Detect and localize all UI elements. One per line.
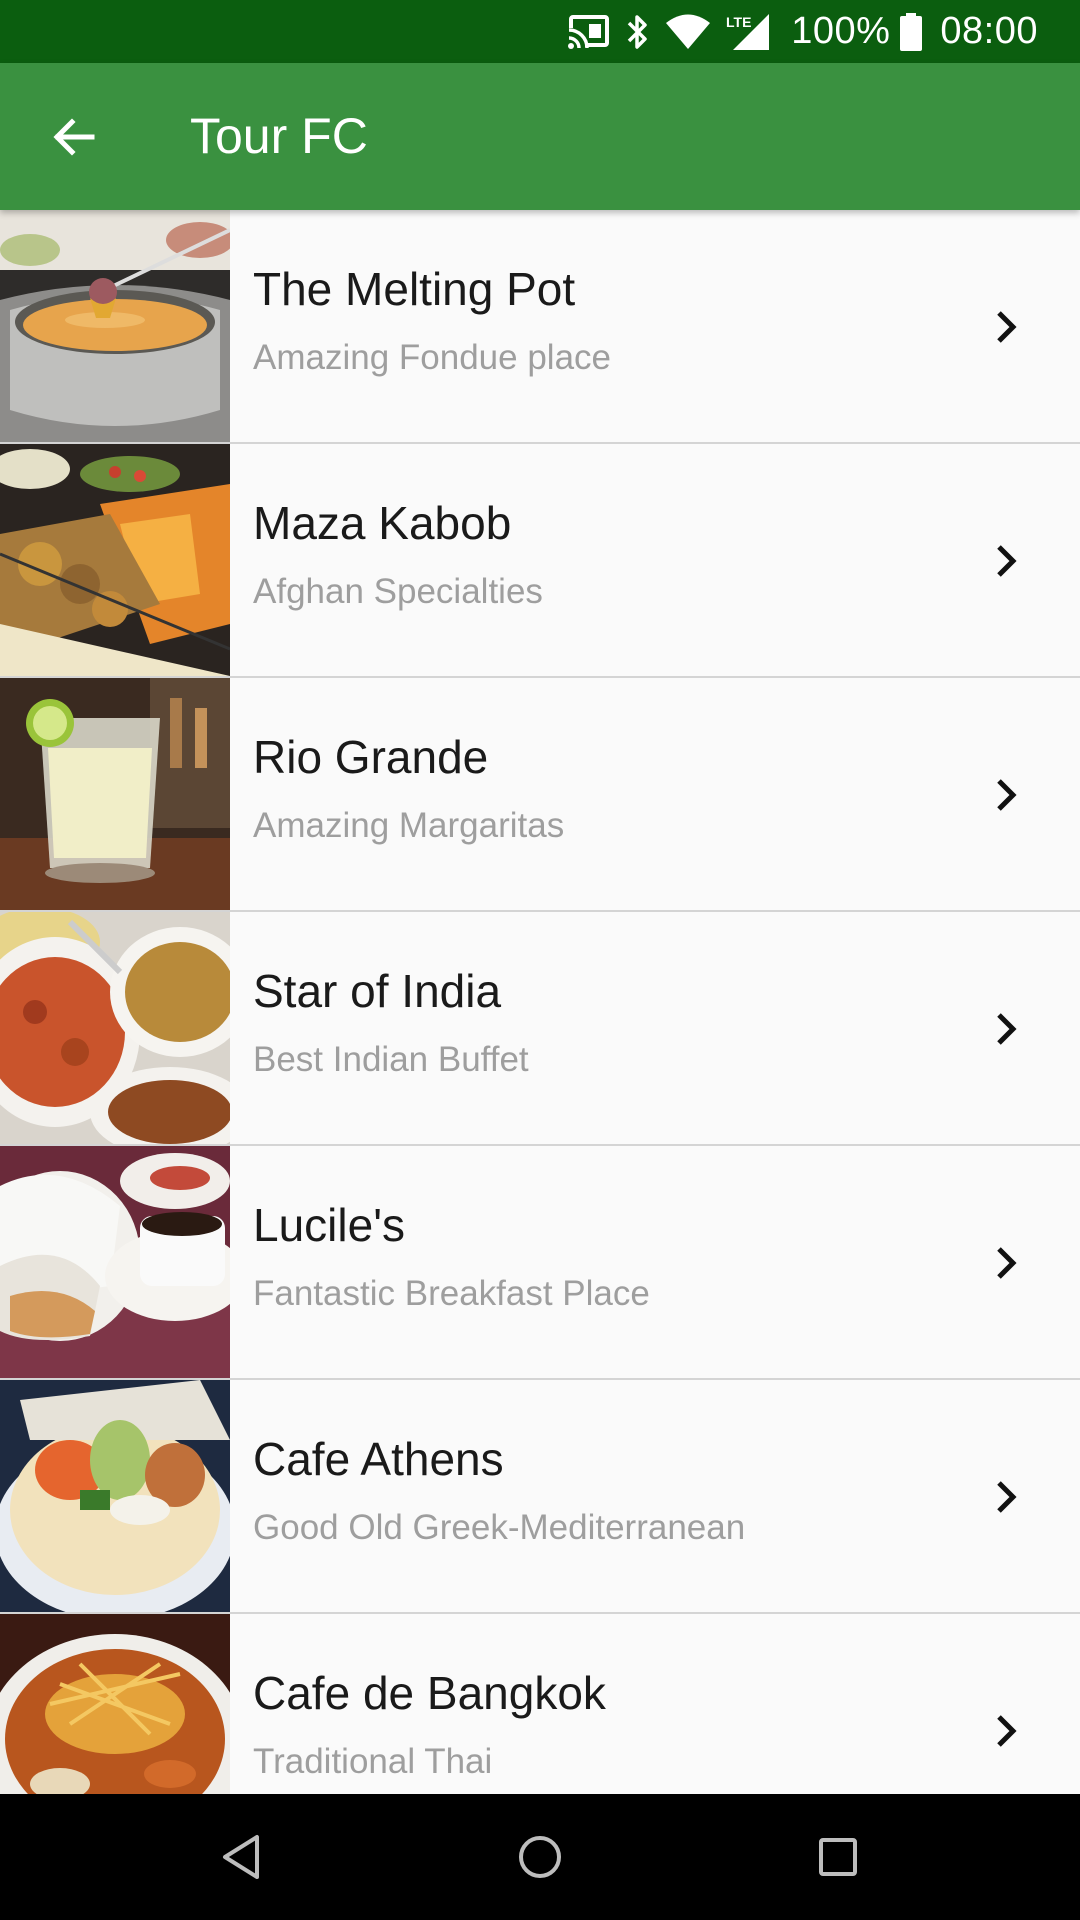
restaurant-description: Traditional Thai [253, 1742, 493, 1781]
gyro-photo [0, 1380, 230, 1612]
list-item[interactable]: Maza Kabob Afghan Specialties [0, 444, 1080, 678]
page-title: Tour FC [190, 108, 368, 164]
list-item[interactable]: The Melting Pot Amazing Fondue place [0, 210, 1080, 444]
clock: 08:00 [940, 10, 1038, 52]
kabob-photo [0, 444, 230, 676]
restaurant-description: Afghan Specialties [253, 572, 543, 611]
restaurant-name: Cafe de Bangkok [253, 1667, 606, 1719]
restaurant-description: Best Indian Buffet [253, 1040, 529, 1079]
restaurant-description: Good Old Greek-Mediterranean [253, 1508, 746, 1547]
list-item[interactable]: Cafe de Bangkok Traditional Thai [0, 1614, 1080, 1794]
nav-home-button[interactable] [510, 1827, 570, 1887]
back-button[interactable] [44, 107, 104, 167]
cast-icon [567, 14, 611, 50]
bluetooth-icon [625, 13, 651, 51]
list-item[interactable]: Rio Grande Amazing Margaritas [0, 678, 1080, 912]
list-item[interactable]: Lucile's Fantastic Breakfast Place [0, 1146, 1080, 1380]
back-triangle-icon [223, 1835, 259, 1879]
restaurant-description: Amazing Fondue place [253, 338, 611, 377]
beignet-photo [0, 1146, 230, 1378]
status-bar: LTE 100% 08:00 [0, 0, 1080, 63]
chevron-right-icon [997, 779, 1017, 811]
restaurant-name: Cafe Athens [253, 1433, 504, 1485]
chevron-right-icon [997, 311, 1017, 343]
list-item[interactable]: Star of India Best Indian Buffet [0, 912, 1080, 1146]
margarita-photo [0, 678, 230, 910]
chevron-right-icon [997, 545, 1017, 577]
restaurant-list[interactable]: The Melting Pot Amazing Fondue place Maz… [0, 210, 1080, 1794]
arrow-back-icon [53, 118, 95, 156]
chevron-right-icon [997, 1481, 1017, 1513]
nav-recents-button[interactable] [808, 1827, 868, 1887]
system-navigation-bar [0, 1794, 1080, 1920]
battery-percent: 100% [791, 10, 891, 52]
thai-noodle-photo [0, 1614, 230, 1794]
lte-signal-icon: LTE [725, 12, 773, 52]
app-bar: Tour FC [0, 63, 1080, 210]
restaurant-name: Lucile's [253, 1199, 405, 1251]
restaurant-name: Star of India [253, 965, 502, 1017]
svg-text:LTE: LTE [726, 14, 751, 30]
restaurant-name: Maza Kabob [253, 497, 512, 549]
battery-icon [900, 12, 923, 51]
chevron-right-icon [997, 1715, 1017, 1747]
chevron-right-icon [997, 1247, 1017, 1279]
chevron-right-icon [997, 1013, 1017, 1045]
restaurant-description: Fantastic Breakfast Place [253, 1274, 650, 1313]
restaurant-name: The Melting Pot [253, 263, 576, 315]
restaurant-name: Rio Grande [253, 731, 489, 783]
curry-photo [0, 912, 230, 1144]
wifi-icon [665, 14, 711, 50]
nav-back-button[interactable] [211, 1827, 271, 1887]
recents-square-icon [819, 1838, 857, 1876]
list-item[interactable]: Cafe Athens Good Old Greek-Mediterranean [0, 1380, 1080, 1614]
fondue-photo [0, 210, 230, 442]
restaurant-description: Amazing Margaritas [253, 806, 565, 845]
home-circle-icon [519, 1836, 561, 1878]
